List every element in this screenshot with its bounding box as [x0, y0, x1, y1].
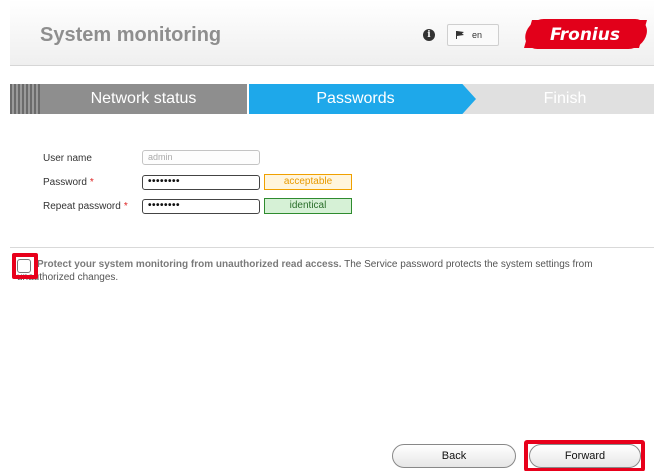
info-icon[interactable]: i: [423, 29, 435, 41]
steps-stripes: [10, 84, 40, 114]
password-match-badge: identical: [264, 198, 352, 214]
password-label: Password *: [43, 177, 94, 188]
repeat-label-text: Repeat password: [43, 201, 121, 212]
back-button[interactable]: Back: [392, 444, 516, 468]
step-passwords: Passwords: [249, 84, 476, 114]
page: System monitoring i en Fronius Network s…: [0, 0, 660, 471]
fronius-logo: Fronius: [524, 19, 647, 49]
page-title: System monitoring: [40, 24, 222, 46]
language-label: en: [472, 30, 483, 40]
language-button[interactable]: en: [447, 24, 499, 46]
wizard-steps: Network status Passwords Finish: [10, 84, 654, 114]
step-finish: Finish: [543, 90, 587, 107]
repeat-password-input[interactable]: ••••••••: [142, 199, 260, 214]
protect-description: Protect your system monitoring from unau…: [17, 258, 647, 284]
required-marker: *: [123, 201, 128, 212]
username-field: admin: [142, 150, 260, 165]
password-label-text: Password: [43, 177, 87, 188]
username-label: User name: [43, 153, 92, 164]
step-separator: [247, 84, 249, 114]
divider: [10, 247, 654, 248]
forward-highlight: [524, 440, 645, 471]
password-strength-badge: acceptable: [264, 174, 352, 190]
required-marker: *: [89, 177, 94, 188]
flag-icon: [456, 31, 465, 39]
step-network-status: Network status: [40, 84, 247, 114]
password-input[interactable]: ••••••••: [142, 175, 260, 190]
header: System monitoring i en Fronius: [10, 0, 654, 66]
checkbox-highlight: [12, 253, 38, 279]
repeat-password-label: Repeat password *: [43, 201, 128, 212]
protect-bold-text: Protect your system monitoring from unau…: [37, 259, 342, 270]
logo-text: Fronius: [550, 25, 620, 45]
